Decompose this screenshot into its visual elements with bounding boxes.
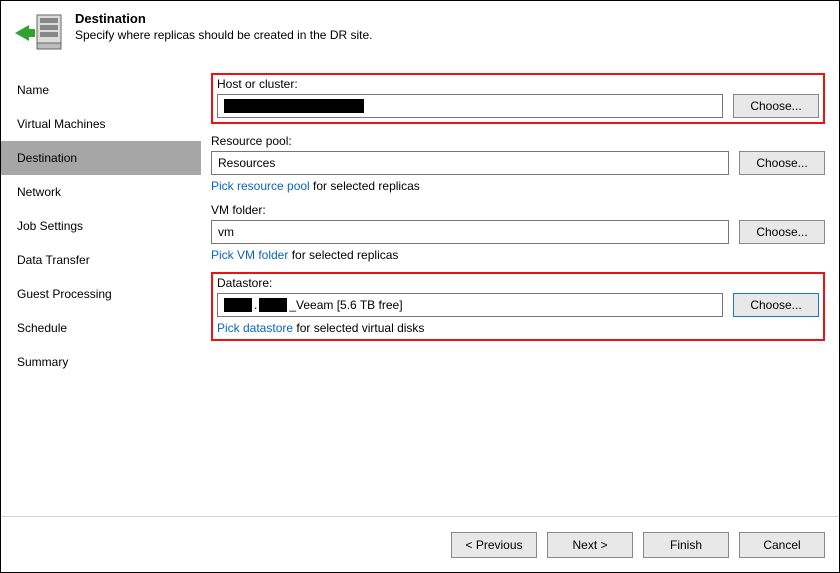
cancel-button[interactable]: Cancel [739, 532, 825, 558]
datastore-link-suffix: for selected virtual disks [293, 321, 424, 335]
host-label: Host or cluster: [217, 77, 819, 91]
resource-pool-input[interactable]: Resources [211, 151, 729, 175]
datastore-value: _Veeam [5.6 TB free] [289, 298, 402, 312]
wizard-window: Destination Specify where replicas shoul… [0, 0, 840, 573]
vm-folder-link-suffix: for selected replicas [288, 248, 398, 262]
sidebar-item-summary[interactable]: Summary [1, 345, 201, 379]
destination-icon [15, 13, 63, 53]
sidebar-item-data-transfer[interactable]: Data Transfer [1, 243, 201, 277]
wizard-steps-sidebar: Name Virtual Machines Destination Networ… [1, 67, 201, 516]
sidebar-item-destination[interactable]: Destination [1, 141, 201, 175]
pick-datastore-link[interactable]: Pick datastore [217, 321, 293, 335]
datastore-link-line: Pick datastore for selected virtual disk… [217, 321, 819, 335]
wizard-header-text: Destination Specify where replicas shoul… [75, 11, 373, 42]
resource-pool-link-line: Pick resource pool for selected replicas [211, 179, 825, 193]
vm-folder-input[interactable]: vm [211, 220, 729, 244]
redacted-text [224, 298, 252, 312]
finish-button[interactable]: Finish [643, 532, 729, 558]
vm-folder-value: vm [218, 225, 234, 239]
datastore-input[interactable]: . _Veeam [5.6 TB free] [217, 293, 723, 317]
sidebar-item-guest-processing[interactable]: Guest Processing [1, 277, 201, 311]
wizard-content: Host or cluster: Choose... Resource pool… [201, 67, 839, 516]
next-button[interactable]: Next > [547, 532, 633, 558]
resource-pool-value: Resources [218, 156, 275, 170]
host-input[interactable] [217, 94, 723, 118]
sidebar-item-job-settings[interactable]: Job Settings [1, 209, 201, 243]
datastore-choose-button[interactable]: Choose... [733, 293, 819, 317]
datastore-sep: . [254, 298, 257, 312]
sidebar-item-name[interactable]: Name [1, 73, 201, 107]
resource-pool-choose-button[interactable]: Choose... [739, 151, 825, 175]
host-highlight-box: Host or cluster: Choose... [211, 73, 825, 124]
datastore-label: Datastore: [217, 276, 819, 290]
redacted-text [259, 298, 287, 312]
vm-folder-label: VM folder: [211, 203, 825, 217]
datastore-highlight-box: Datastore: . _Veeam [5.6 TB free] Choose… [211, 272, 825, 341]
pick-vm-folder-link[interactable]: Pick VM folder [211, 248, 288, 262]
wizard-header: Destination Specify where replicas shoul… [1, 1, 839, 59]
sidebar-item-schedule[interactable]: Schedule [1, 311, 201, 345]
resource-pool-label: Resource pool: [211, 134, 825, 148]
host-choose-button[interactable]: Choose... [733, 94, 819, 118]
vm-folder-block: VM folder: vm Choose... Pick VM folder f… [211, 203, 825, 262]
sidebar-item-network[interactable]: Network [1, 175, 201, 209]
sidebar-item-virtual-machines[interactable]: Virtual Machines [1, 107, 201, 141]
pick-resource-pool-link[interactable]: Pick resource pool [211, 179, 310, 193]
previous-button[interactable]: < Previous [451, 532, 537, 558]
redacted-text [224, 99, 364, 113]
resource-pool-block: Resource pool: Resources Choose... Pick … [211, 134, 825, 193]
wizard-footer: < Previous Next > Finish Cancel [1, 516, 839, 572]
wizard-body: Name Virtual Machines Destination Networ… [1, 67, 839, 516]
wizard-title: Destination [75, 11, 373, 26]
vm-folder-choose-button[interactable]: Choose... [739, 220, 825, 244]
vm-folder-link-line: Pick VM folder for selected replicas [211, 248, 825, 262]
wizard-subtitle: Specify where replicas should be created… [75, 28, 373, 42]
resource-pool-link-suffix: for selected replicas [310, 179, 420, 193]
